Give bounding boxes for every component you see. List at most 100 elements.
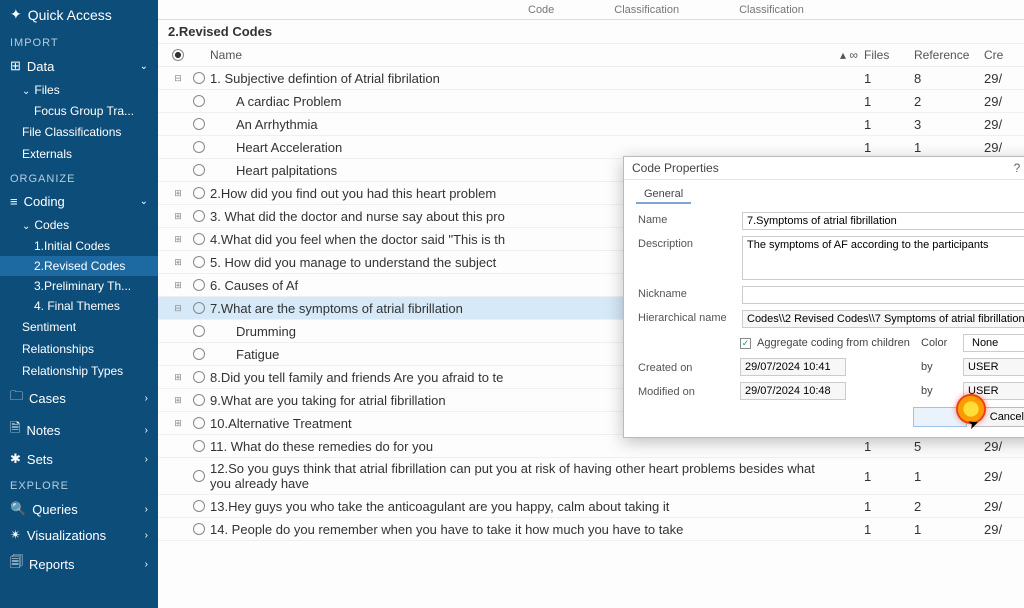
sidebar-item-relationships[interactable]: Relationships [0,338,158,360]
code-properties-dialog: Code Properties ? ✕ General Name Descrip… [623,156,1024,438]
radio-icon[interactable] [193,279,205,291]
table-row[interactable]: 11. What do these remedies do for you152… [158,435,1024,458]
document-icon: 🗐 [10,553,23,575]
modified-on-label: Modified on [638,384,734,398]
help-icon[interactable]: ? [1007,161,1024,175]
nickname-field[interactable] [742,286,1024,304]
star-icon: ✦ [10,6,22,23]
radio-icon[interactable] [193,325,205,337]
modified-on-field [740,382,846,400]
expander-icon[interactable]: ⊞ [173,280,183,290]
radio-icon[interactable] [193,394,205,406]
radio-icon[interactable] [193,302,205,314]
table-row[interactable]: An Arrhythmia1329/ [158,113,1024,136]
radio-icon[interactable] [193,95,205,107]
files-label: Files [34,83,59,97]
sidebar-item-sentiment[interactable]: Sentiment [0,316,158,338]
tab-classification-1[interactable]: Classification [614,4,679,16]
radio-icon[interactable] [193,233,205,245]
table-row[interactable]: 13.Hey guys you who take the anticoagula… [158,495,1024,518]
expander-icon[interactable]: ⊞ [173,211,183,221]
expander-icon[interactable]: ⊞ [173,188,183,198]
expander-icon[interactable]: ⊞ [173,257,183,267]
col-name-header[interactable]: Name [210,48,834,62]
tab-bar: Code Classification Classification [158,0,1024,20]
sidebar: ✦ Quick Access IMPORT ⊞ Data ⌄ ⌄Files Fo… [0,0,158,608]
sidebar-sub-files[interactable]: ⌄Files [0,79,158,101]
radio-icon[interactable] [193,210,205,222]
table-row[interactable]: 14. People do you remember when you have… [158,518,1024,541]
quick-access-label: Quick Access [28,7,112,23]
radio-icon[interactable] [193,348,205,360]
radio-icon[interactable] [193,164,205,176]
sidebar-item-queries[interactable]: 🔍 Queries › [0,496,158,522]
reference-count: 5 [914,439,984,454]
files-count: 1 [864,117,914,132]
sidebar-item-reports[interactable]: 🗐 Reports › [0,548,158,580]
sidebar-sub-codes[interactable]: ⌄ Codes [0,214,158,236]
chevron-right-icon: › [145,559,148,570]
expander-icon[interactable]: ⊞ [173,395,183,405]
expander-icon[interactable]: ⊞ [173,234,183,244]
main-content: Code Classification Classification 2.Rev… [158,0,1024,608]
sidebar-item-visualizations[interactable]: ✴ Visualizations › [0,522,158,548]
cancel-button[interactable]: Cancel [973,407,1024,427]
table-row[interactable]: 12.So you guys think that atrial fibrill… [158,458,1024,495]
ok-button[interactable] [913,407,967,427]
radio-icon[interactable] [193,72,205,84]
sidebar-item-data[interactable]: ⊞ Data ⌄ [0,53,158,79]
sidebar-item-externals[interactable]: Externals [0,143,158,165]
tab-general[interactable]: General [636,186,691,204]
radio-icon[interactable] [193,417,205,429]
sidebar-code-revised[interactable]: 2.Revised Codes [0,256,158,276]
name-label: Name [638,212,734,226]
sidebar-code-final-themes[interactable]: 4. Final Themes [0,296,158,316]
sort-indicator[interactable]: ▴ ∞ [834,48,864,62]
col-created-header[interactable]: Cre [984,48,1014,62]
sidebar-code-preliminary[interactable]: 3.Preliminary Th... [0,276,158,296]
reference-count: 3 [914,117,984,132]
sidebar-item-sets[interactable]: ✱ Sets › [0,446,158,472]
dialog-titlebar[interactable]: Code Properties ? ✕ [624,157,1024,180]
expander-icon[interactable]: ⊞ [173,372,183,382]
codes-label: Codes [34,218,69,232]
radio-icon[interactable] [193,371,205,383]
sidebar-item-cases[interactable]: 🗀 Cases › [0,382,158,414]
quick-access-header[interactable]: ✦ Quick Access [0,0,158,29]
import-section-label: IMPORT [0,29,158,53]
col-reference-header[interactable]: Reference [914,48,984,62]
modified-by-label: by [921,385,957,397]
sidebar-item-file-classifications[interactable]: File Classifications [0,121,158,143]
radio-icon[interactable] [193,523,205,535]
name-field[interactable] [742,212,1024,230]
radio-icon[interactable] [193,187,205,199]
queries-label: Queries [32,502,78,517]
table-row[interactable]: A cardiac Problem1229/ [158,90,1024,113]
radio-icon[interactable] [193,118,205,130]
radio-icon[interactable] [193,470,205,482]
radio-icon[interactable] [193,141,205,153]
expander-icon[interactable]: ⊟ [173,73,183,83]
chevron-down-icon: ⌄ [22,221,30,232]
col-files-header[interactable]: Files [864,48,914,62]
color-select[interactable]: None [963,334,1024,352]
code-name: A cardiac Problem [210,94,834,109]
sidebar-item-notes[interactable]: 🗎 Notes › [0,414,158,446]
sidebar-code-initial[interactable]: 1.Initial Codes [0,236,158,256]
tab-code[interactable]: Code [528,4,554,16]
expander-icon[interactable]: ⊟ [173,303,183,313]
expand-all-icon[interactable] [168,49,188,61]
coding-label: Coding [24,194,65,209]
radio-icon[interactable] [193,256,205,268]
tab-classification-2[interactable]: Classification [739,4,804,16]
radio-icon[interactable] [193,500,205,512]
table-row[interactable]: ⊟1. Subjective defintion of Atrial fibri… [158,67,1024,90]
sidebar-item-focus-group[interactable]: Focus Group Tra... [0,101,158,121]
expander-icon[interactable]: ⊞ [173,418,183,428]
files-count: 1 [864,140,914,155]
aggregate-checkbox[interactable]: ✓ [740,338,751,349]
sidebar-item-relationship-types[interactable]: Relationship Types [0,360,158,382]
description-field[interactable]: The symptoms of AF according to the part… [742,236,1024,280]
sidebar-item-coding[interactable]: ≡ Coding ⌄ [0,189,158,214]
radio-icon[interactable] [193,440,205,452]
